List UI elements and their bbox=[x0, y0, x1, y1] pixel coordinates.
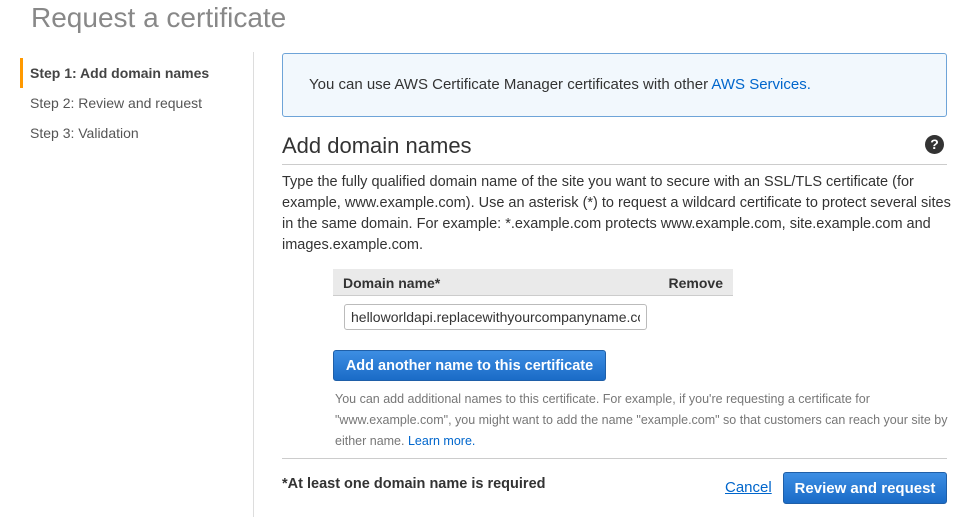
column-remove: Remove bbox=[668, 275, 723, 291]
column-domain-name: Domain name* bbox=[343, 275, 441, 291]
review-and-request-button[interactable]: Review and request bbox=[783, 472, 947, 504]
divider bbox=[282, 164, 947, 165]
step-validation[interactable]: Step 3: Validation bbox=[20, 118, 255, 148]
required-note: *At least one domain name is required bbox=[282, 476, 546, 492]
aws-services-link[interactable]: AWS Services. bbox=[711, 76, 810, 93]
divider bbox=[282, 458, 947, 459]
step-add-domain-names[interactable]: Step 1: Add domain names bbox=[20, 58, 255, 88]
step-review-and-request[interactable]: Step 2: Review and request bbox=[20, 88, 255, 118]
info-box: You can use AWS Certificate Manager cert… bbox=[282, 53, 947, 117]
additional-names-note: You can add additional names to this cer… bbox=[335, 389, 950, 452]
domain-table-header: Domain name* Remove bbox=[333, 269, 733, 296]
section-title: Add domain names bbox=[282, 133, 472, 158]
wizard-steps: Step 1: Add domain names Step 2: Review … bbox=[20, 58, 255, 148]
help-icon[interactable]: ? bbox=[925, 135, 944, 154]
page-title: Request a certificate bbox=[31, 2, 287, 33]
learn-more-link[interactable]: Learn more. bbox=[408, 434, 475, 448]
info-text: You can use AWS Certificate Manager cert… bbox=[309, 76, 712, 93]
add-another-name-button[interactable]: Add another name to this certificate bbox=[333, 350, 606, 381]
section-description: Type the fully qualified domain name of … bbox=[282, 174, 951, 253]
divider bbox=[253, 52, 254, 517]
domain-name-input[interactable] bbox=[344, 304, 647, 330]
cancel-link[interactable]: Cancel bbox=[725, 479, 772, 496]
